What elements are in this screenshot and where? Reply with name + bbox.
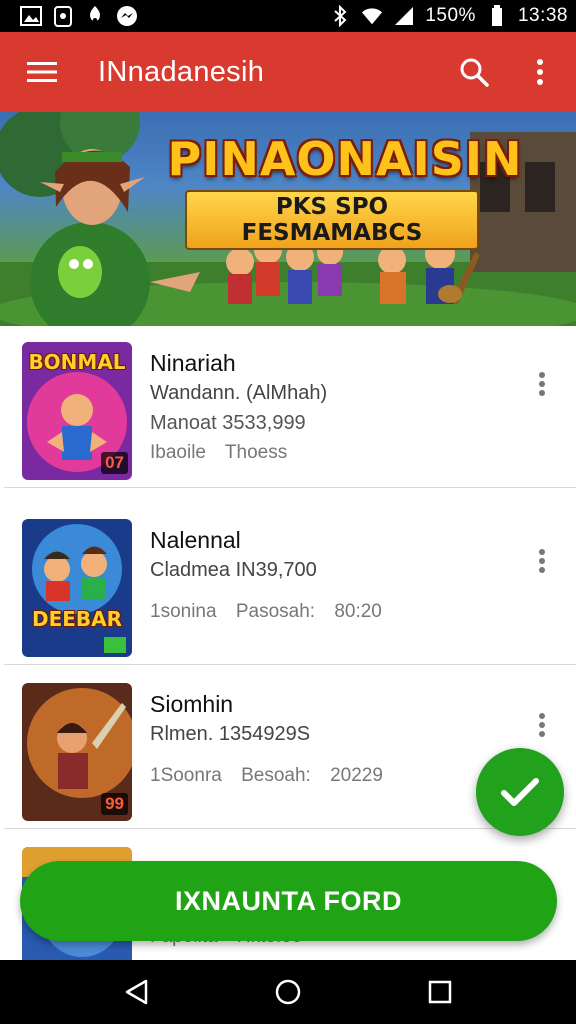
more-vert-icon — [539, 372, 545, 396]
recents-icon — [428, 980, 452, 1004]
back-icon — [125, 979, 148, 1005]
thumbnail-badge: 99 — [101, 793, 128, 815]
item-title: Nalennal — [150, 527, 241, 553]
search-icon — [460, 58, 489, 87]
overflow-menu-button[interactable] — [518, 50, 562, 94]
primary-cta-button[interactable]: IXNAUNTA FORD — [20, 861, 557, 941]
signal-icon — [393, 5, 415, 27]
item-subtitle: Cladmea IN39,700 — [150, 559, 317, 581]
item-overflow-button[interactable] — [522, 541, 562, 581]
game-thumbnail: BONMAL 07 — [22, 342, 132, 480]
check-icon — [501, 778, 539, 806]
banner-title: PINAONAISIN — [167, 132, 523, 186]
item-title: Siomhin — [150, 691, 234, 717]
menu-icon — [27, 62, 57, 82]
image-icon — [20, 5, 42, 27]
list-item[interactable]: BONMAL 07 Ninariah Wandann. (AlMhah) Man… — [4, 326, 576, 488]
recents-button[interactable] — [416, 968, 464, 1016]
confirm-fab[interactable] — [476, 748, 564, 836]
list-item[interactable]: DEEBAR Nalennal Cladmea IN39,700 1sonina… — [4, 503, 576, 665]
item-meta: 1Soonra Besoah: 20229 — [150, 765, 383, 786]
thumbnail-logo-text: DEEBAR — [31, 607, 123, 631]
item-title: Ninariah — [150, 350, 236, 376]
item-meta: 1sonina Pasosah: 80:20 — [150, 601, 382, 622]
banner-subtitle: PKS SPO FESMAMABCS — [185, 190, 479, 250]
more-vert-icon — [539, 713, 545, 737]
location-icon — [84, 5, 106, 27]
home-icon — [275, 979, 301, 1005]
search-button[interactable] — [452, 50, 496, 94]
item-meta: Ibaoile Thoess — [150, 442, 288, 463]
navigation-bar — [0, 960, 576, 1024]
item-subtitle: Rlmen. 1354929S — [150, 723, 311, 745]
more-vert-icon — [539, 549, 545, 573]
app-bar: INnadanesih — [0, 32, 576, 112]
item-detail: Manoat 3533,999 — [150, 412, 306, 434]
thumbnail-badge: 07 — [101, 452, 128, 474]
menu-button[interactable] — [22, 52, 62, 92]
item-subtitle: Wandann. (AlMhah) — [150, 382, 328, 404]
game-thumbnail: DEEBAR — [22, 519, 132, 657]
game-thumbnail: 99 — [22, 683, 132, 821]
wifi-icon — [361, 5, 383, 27]
messenger-icon — [116, 5, 138, 27]
more-vert-icon — [537, 59, 543, 85]
battery-percent: 150% — [425, 5, 476, 26]
clipboard-icon — [52, 5, 74, 27]
home-button[interactable] — [264, 968, 312, 1016]
status-bar: 150% 13:38 — [0, 0, 576, 32]
clock: 13:38 — [517, 5, 568, 26]
promo-banner[interactable]: PINAONAISIN PKS SPO FESMAMABCS — [0, 112, 576, 326]
battery-icon — [486, 5, 508, 27]
item-overflow-button[interactable] — [522, 364, 562, 404]
bluetooth-icon — [329, 5, 351, 27]
back-button[interactable] — [112, 968, 160, 1016]
app-title: INnadanesih — [98, 55, 265, 88]
thumbnail-logo-text: BONMAL — [28, 350, 126, 374]
item-overflow-button[interactable] — [522, 705, 562, 745]
